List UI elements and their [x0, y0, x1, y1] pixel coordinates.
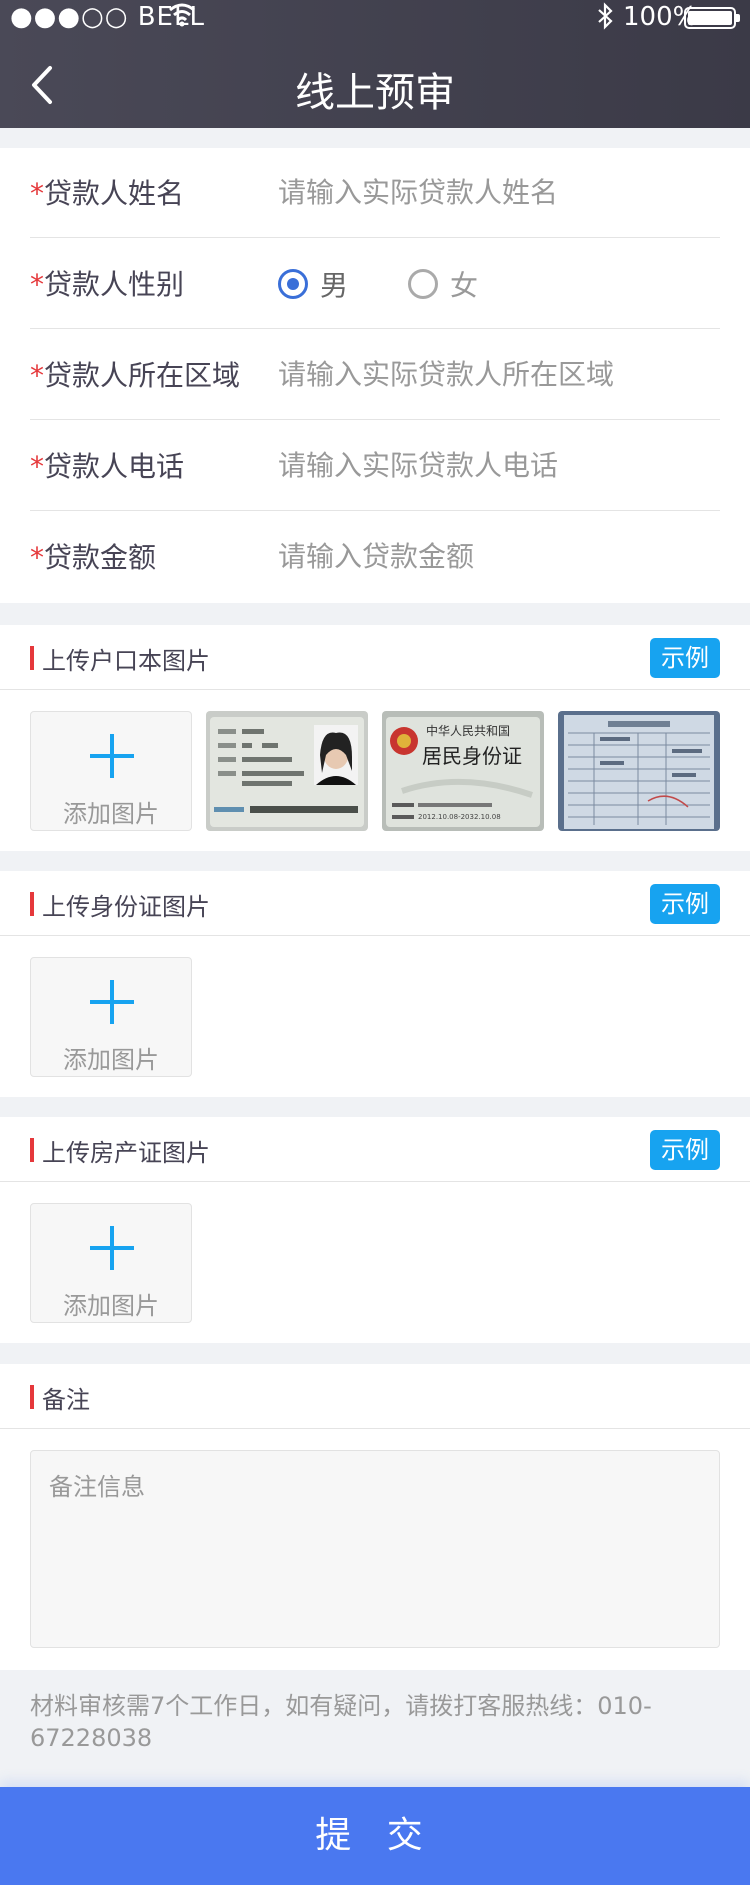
radio-checked-icon [278, 269, 308, 299]
section-header: 上传户口本图片 示例 [0, 625, 750, 690]
phone-input[interactable] [278, 443, 718, 487]
section-title: 上传房产证图片 [42, 1139, 210, 1167]
add-image-label: 添加图片 [63, 1046, 159, 1074]
plus-icon [90, 1226, 134, 1270]
gender-label: *贷款人性别 [30, 268, 185, 301]
remark-section: 备注 [0, 1364, 750, 1670]
gender-option-male[interactable]: 男 [278, 264, 348, 304]
example-button[interactable]: 示例 [650, 638, 720, 678]
submit-button[interactable]: 提 交 [0, 1787, 750, 1885]
sample-image-id-front[interactable] [206, 711, 368, 831]
gender-option-label: 女 [450, 269, 479, 302]
section-header: 上传身份证图片 示例 [0, 871, 750, 936]
section-title: 备注 [42, 1386, 90, 1414]
section-header: 上传房产证图片 示例 [0, 1117, 750, 1182]
status-bar: ●●●○○ BELL 100% [0, 0, 750, 36]
svg-text:中华人民共和国: 中华人民共和国 [426, 723, 510, 738]
wifi-icon [168, 0, 196, 35]
section-accent-bar [30, 1385, 34, 1409]
form-row-region: *贷款人所在区域 [30, 330, 720, 420]
form-row-gender: *贷款人性别 男 女 [30, 239, 720, 329]
battery-icon [684, 7, 740, 29]
section-accent-bar [30, 1138, 34, 1162]
sample-image-hukou[interactable] [558, 711, 720, 831]
gender-radio-group: 男 女 [278, 261, 478, 307]
add-image-button[interactable]: 添加图片 [30, 1203, 192, 1323]
section-title: 上传户口本图片 [42, 647, 210, 675]
plus-icon [90, 734, 134, 778]
radio-unchecked-icon [408, 269, 439, 299]
remark-textarea[interactable] [31, 1451, 719, 1647]
form-row-amount: *贷款金额 [30, 512, 720, 602]
property-upload-section: 上传房产证图片 示例 添加图片 [0, 1117, 750, 1343]
region-input[interactable] [278, 352, 718, 396]
region-label: *贷款人所在区域 [30, 359, 241, 392]
example-button[interactable]: 示例 [650, 1130, 720, 1170]
sample-image-id-back[interactable]: 中华人民共和国 居民身份证 2012.10.08-2032.10.08 [382, 711, 544, 831]
id-card-upload-section: 上传身份证图片 示例 添加图片 [0, 871, 750, 1097]
add-image-label: 添加图片 [63, 800, 159, 828]
add-image-button[interactable]: 添加图片 [30, 711, 192, 831]
add-image-button[interactable]: 添加图片 [30, 957, 192, 1077]
amount-label: *贷款金额 [30, 541, 157, 574]
form-row-name: *贷款人姓名 [30, 148, 720, 238]
section-title: 上传身份证图片 [42, 893, 210, 921]
section-accent-bar [30, 646, 34, 670]
gender-option-female[interactable]: 女 [408, 264, 478, 304]
amount-input[interactable] [278, 534, 718, 578]
remark-field [30, 1450, 720, 1648]
section-accent-bar [30, 892, 34, 916]
page-title: 线上预审 [295, 70, 455, 116]
top-bar: ●●●○○ BELL 100% 线上预审 [0, 0, 750, 128]
phone-label: *贷款人电话 [30, 450, 185, 483]
svg-text:居民身份证: 居民身份证 [422, 744, 522, 768]
name-input[interactable] [278, 170, 718, 214]
form-row-phone: *贷款人电话 [30, 421, 720, 511]
svg-text:2012.10.08-2032.10.08: 2012.10.08-2032.10.08 [418, 813, 501, 821]
notice-text: 材料审核需7个工作日，如有疑问，请拨打客服热线：010-67228038 [30, 1692, 652, 1752]
add-image-label: 添加图片 [63, 1292, 159, 1320]
example-button[interactable]: 示例 [650, 884, 720, 924]
hukou-upload-section: 上传户口本图片 示例 添加图片 中华人民共和国 居民身份证 2012.10.08… [0, 625, 750, 851]
borrower-form: *贷款人姓名 *贷款人性别 男 女 *贷款人所在区域 *贷款人电话 *贷款金额 [0, 148, 750, 603]
bluetooth-icon [596, 2, 614, 37]
plus-icon [90, 980, 134, 1024]
section-header: 备注 [0, 1364, 750, 1429]
name-label: *贷款人姓名 [30, 177, 185, 210]
gender-option-label: 男 [320, 269, 349, 302]
